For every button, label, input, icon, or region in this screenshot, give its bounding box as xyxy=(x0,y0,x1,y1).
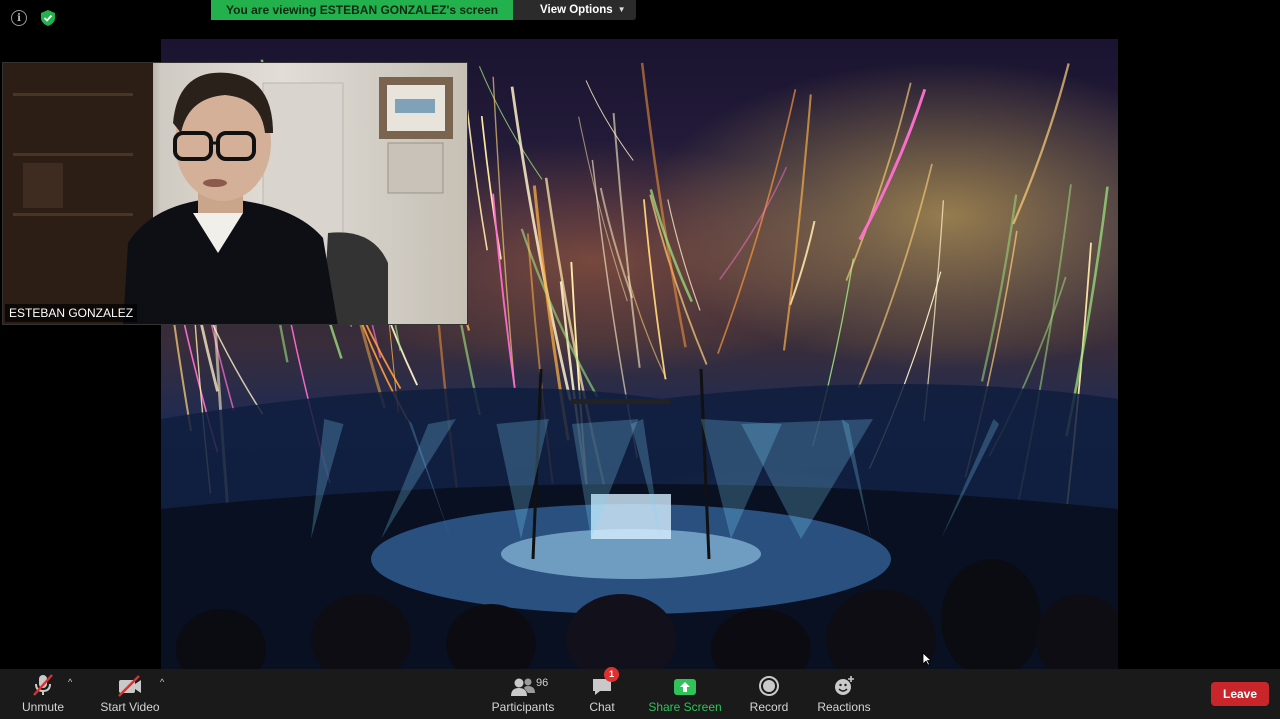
firework-streak xyxy=(463,84,488,251)
firework-streak xyxy=(858,88,927,241)
firework-streak xyxy=(649,189,693,303)
info-icon[interactable]: i xyxy=(11,10,27,26)
participants-icon xyxy=(510,669,536,699)
firework-streak xyxy=(578,116,628,302)
microphone-muted-icon xyxy=(31,669,55,699)
firework-streak xyxy=(585,80,634,161)
view-options-label: View Options xyxy=(540,4,613,16)
reactions-label: Reactions xyxy=(817,700,871,714)
record-button[interactable]: Record xyxy=(750,669,788,719)
reactions-button[interactable]: Reactions xyxy=(817,669,871,719)
firework-streak xyxy=(857,163,933,389)
participant-name-label: ESTEBAN GONZALEZ xyxy=(5,304,138,322)
record-label: Record xyxy=(749,700,789,714)
meeting-toolbar: Unmute ^ Start Video ^ Participants 96 1… xyxy=(0,667,1280,719)
unmute-button[interactable]: Unmute xyxy=(20,669,66,719)
participants-label: Participants xyxy=(491,700,555,714)
firework-streak xyxy=(478,66,543,180)
firework-streak xyxy=(717,89,797,354)
participant-video-feed xyxy=(3,63,453,324)
firework-streak xyxy=(649,194,708,365)
firework-streak xyxy=(492,193,516,389)
firework-streak xyxy=(980,194,1018,382)
chat-button[interactable]: 1 Chat xyxy=(588,667,619,719)
participant-video-tile[interactable]: ESTEBAN GONZALEZ xyxy=(2,62,468,325)
audio-options-chevron-icon[interactable]: ^ xyxy=(68,677,72,687)
video-options-chevron-icon[interactable]: ^ xyxy=(160,677,164,687)
firework-streak xyxy=(640,62,687,348)
firework-streak xyxy=(1012,63,1070,225)
start-video-label: Start Video xyxy=(100,700,160,714)
screen-share-banner: You are viewing ESTEBAN GONZALEZ's scree… xyxy=(211,0,636,20)
start-video-button[interactable]: Start Video xyxy=(100,669,160,719)
shield-check-icon[interactable] xyxy=(40,10,56,26)
mouse-cursor-icon xyxy=(922,652,933,671)
chat-label: Chat xyxy=(589,700,615,714)
share-screen-icon xyxy=(673,669,697,699)
reaction-smiley-icon xyxy=(833,669,855,699)
chat-bubble-icon: 1 xyxy=(591,667,619,699)
viewing-banner-text: You are viewing ESTEBAN GONZALEZ's scree… xyxy=(211,0,514,20)
firework-streak xyxy=(599,187,634,299)
share-screen-button[interactable]: Share Screen xyxy=(648,669,722,719)
chat-unread-badge: 1 xyxy=(604,667,619,682)
firework-streak xyxy=(845,82,912,281)
unmute-label: Unmute xyxy=(21,700,65,714)
video-camera-off-icon xyxy=(117,669,143,699)
firework-streak xyxy=(627,275,667,380)
record-icon xyxy=(758,669,780,699)
firework-streak xyxy=(719,166,788,280)
firework-streak xyxy=(782,94,812,351)
leave-meeting-button[interactable]: Leave xyxy=(1211,682,1269,706)
view-options-button[interactable]: View Options ▼ xyxy=(513,0,636,20)
participants-count: 96 xyxy=(536,677,549,689)
share-screen-label: Share Screen xyxy=(648,700,722,714)
firework-streak xyxy=(520,228,599,398)
chevron-down-icon: ▼ xyxy=(617,5,626,14)
